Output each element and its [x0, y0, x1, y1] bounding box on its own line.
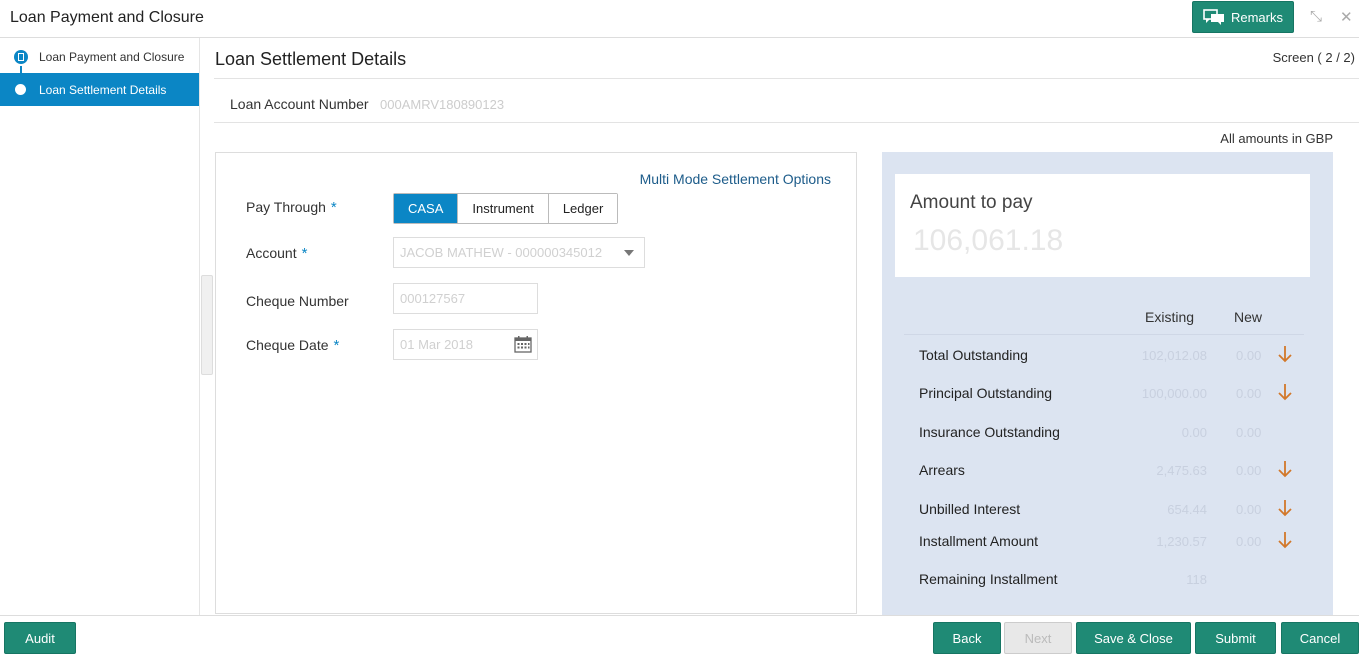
account-select[interactable]: JACOB MATHEW - 000000345012 — [393, 237, 645, 268]
pay-option-instrument[interactable]: Instrument — [458, 194, 549, 223]
step-loan-settlement-details[interactable]: Loan Settlement Details — [0, 73, 199, 106]
row-label: Total Outstanding — [919, 347, 1028, 363]
divider — [214, 78, 1359, 79]
account-select-value: JACOB MATHEW - 000000345012 — [400, 245, 603, 260]
window-title: Loan Payment and Closure — [10, 9, 204, 26]
arrow-down-icon[interactable] — [1277, 498, 1293, 518]
row-existing-value: 654.44 — [1167, 502, 1207, 517]
step-label: Loan Settlement Details — [39, 82, 167, 97]
panel-splitter-handle[interactable] — [201, 275, 213, 375]
summary-row-arrears: Arrears 2,475.63 0.00 — [882, 457, 1333, 485]
remarks-button[interactable]: Remarks — [1192, 1, 1294, 33]
account-label-text: Account — [246, 245, 297, 261]
step-label: Loan Payment and Closure — [39, 49, 185, 64]
pay-through-toggle: CASA Instrument Ledger — [393, 193, 619, 224]
chevron-down-icon — [624, 250, 634, 256]
cheque-date-label: Cheque Date * — [246, 337, 339, 354]
row-existing-value: 102,012.08 — [1141, 348, 1207, 363]
arrow-down-icon[interactable] — [1277, 459, 1293, 479]
settlement-summary-panel: Amount to pay 106,061.18 Existing New To… — [882, 152, 1333, 615]
calendar-icon[interactable] — [514, 336, 532, 353]
loan-account-number-label: Loan Account Number — [230, 96, 369, 112]
row-new-value: 0.00 — [1236, 386, 1262, 401]
step-current-icon — [15, 84, 26, 95]
step-loan-payment-closure[interactable]: Loan Payment and Closure — [0, 40, 199, 73]
arrow-down-icon[interactable] — [1277, 382, 1293, 402]
row-label: Unbilled Interest — [919, 501, 1021, 517]
row-existing-value: 1,230.57 — [1156, 534, 1207, 549]
back-button[interactable]: Back — [933, 622, 1001, 654]
next-button[interactable]: Next — [1004, 622, 1072, 654]
page-title: Loan Settlement Details — [215, 49, 407, 69]
audit-button[interactable]: Audit — [4, 622, 76, 654]
arrow-down-icon[interactable] — [1277, 530, 1293, 550]
cheque-number-label: Cheque Number — [246, 293, 349, 309]
divider — [214, 122, 1359, 123]
row-existing-value: 2,475.63 — [1156, 463, 1207, 478]
pay-through-label: Pay Through * — [246, 199, 337, 216]
cheque-date-label-text: Cheque Date — [246, 337, 329, 353]
divider — [904, 334, 1304, 335]
row-new-value: 0.00 — [1236, 463, 1262, 478]
cancel-button[interactable]: Cancel — [1281, 622, 1359, 654]
summary-row-remaining-installment: Remaining Installment 118 — [882, 566, 1333, 594]
multi-mode-settlement-link[interactable]: Multi Mode Settlement Options — [640, 171, 831, 187]
row-existing-value: 0.00 — [1181, 425, 1207, 440]
pay-option-casa[interactable]: CASA — [394, 194, 459, 223]
row-existing-value: 118 — [1186, 572, 1207, 587]
required-marker: * — [301, 245, 308, 262]
row-label: Principal Outstanding — [919, 385, 1053, 401]
cheque-date-input[interactable]: 01 Mar 2018 — [393, 329, 538, 360]
steps-sidebar: Loan Payment and Closure Loan Settlement… — [0, 38, 200, 615]
close-icon[interactable]: ✕ — [1340, 8, 1353, 26]
submit-button[interactable]: Submit — [1195, 622, 1276, 654]
existing-column-header: Existing — [1145, 309, 1195, 325]
settlement-form-panel: Multi Mode Settlement Options Pay Throug… — [215, 152, 857, 614]
new-column-header: New — [1234, 309, 1263, 325]
main-content: Loan Settlement Details Screen ( 2 / 2) … — [214, 38, 1359, 615]
step-complete-icon — [14, 49, 28, 64]
arrow-down-icon[interactable] — [1277, 344, 1293, 364]
cheque-date-value: 01 Mar 2018 — [400, 337, 473, 352]
amount-to-pay-label: Amount to pay — [910, 192, 1033, 213]
minimize-icon[interactable]: ⤡ — [1310, 8, 1322, 25]
summary-row-insurance-outstanding: Insurance Outstanding 0.00 0.00 — [882, 419, 1333, 447]
row-new-value: 0.00 — [1236, 348, 1262, 363]
account-label: Account * — [246, 245, 307, 262]
chat-icon — [1203, 9, 1224, 25]
required-marker: * — [333, 337, 340, 354]
required-marker: * — [330, 199, 337, 216]
loan-account-number-value: 000AMRV180890123 — [380, 97, 505, 112]
row-new-value: 0.00 — [1236, 425, 1262, 440]
screen-counter: Screen ( 2 / 2) — [1272, 50, 1355, 65]
summary-row-total-outstanding: Total Outstanding 102,012.08 0.00 — [882, 342, 1333, 370]
window-header: Loan Payment and Closure Remarks ⤡ ✕ — [0, 0, 1359, 38]
amount-to-pay-card: Amount to pay 106,061.18 — [895, 174, 1310, 277]
row-existing-value: 100,000.00 — [1141, 386, 1207, 401]
row-label: Arrears — [919, 462, 965, 478]
row-label: Installment Amount — [919, 533, 1039, 549]
cheque-number-input[interactable]: 000127567 — [393, 283, 538, 314]
row-new-value: 0.00 — [1236, 502, 1262, 517]
amount-to-pay-value: 106,061.18 — [913, 224, 1064, 257]
row-new-value: 0.00 — [1236, 534, 1262, 549]
pay-through-label-text: Pay Through — [246, 199, 326, 215]
pay-option-ledger[interactable]: Ledger — [548, 194, 618, 223]
row-label: Remaining Installment — [919, 571, 1058, 587]
currency-note: All amounts in GBP — [1220, 131, 1333, 146]
summary-row-principal-outstanding: Principal Outstanding 100,000.00 0.00 — [882, 380, 1333, 408]
save-close-button[interactable]: Save & Close — [1076, 622, 1191, 654]
footer-toolbar: Audit Back Next Save & Close Submit Canc… — [0, 615, 1359, 656]
summary-row-installment-amount: Installment Amount 1,230.57 0.00 — [882, 528, 1333, 556]
remarks-label: Remarks — [1230, 9, 1283, 25]
row-label: Insurance Outstanding — [919, 424, 1060, 440]
summary-row-unbilled-interest: Unbilled Interest 654.44 0.00 — [882, 496, 1333, 524]
